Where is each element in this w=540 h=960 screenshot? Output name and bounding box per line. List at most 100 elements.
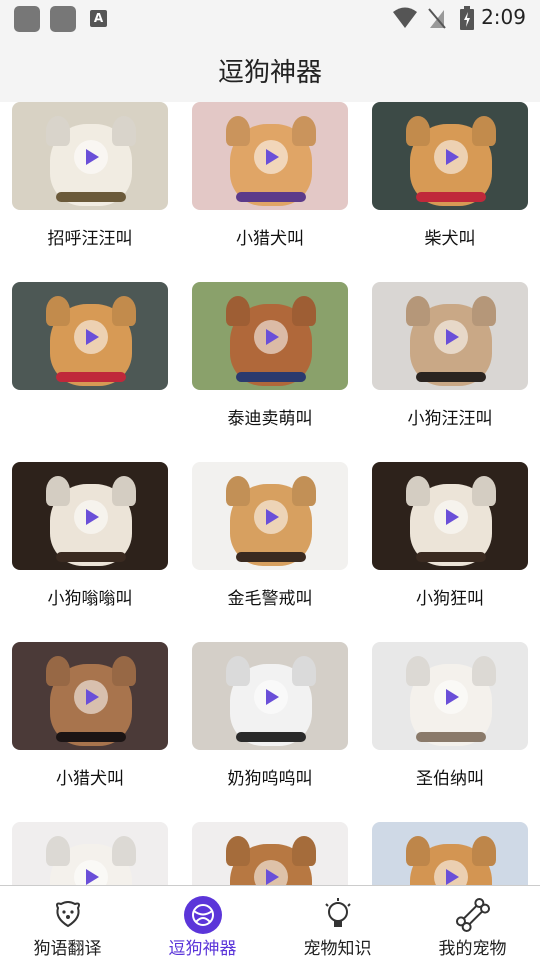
dog-collar (236, 732, 306, 742)
dog-thumbnail[interactable] (372, 102, 528, 210)
dog-thumbnail[interactable] (372, 282, 528, 390)
card-label: 小狗狂叫 (416, 589, 484, 609)
dog-ear (226, 836, 250, 866)
dog-collar (56, 372, 126, 382)
dog-thumbnail[interactable] (12, 282, 168, 390)
play-icon[interactable] (74, 140, 108, 174)
dog-thumbnail[interactable] (192, 642, 348, 750)
dog-ear (406, 476, 430, 506)
dog-ear (46, 296, 70, 326)
dog-ear (226, 296, 250, 326)
dog-ear (406, 836, 430, 866)
dog-ear (472, 836, 496, 866)
dog-ear (226, 476, 250, 506)
sound-card[interactable]: 柴犬叫 (372, 102, 528, 249)
sound-card[interactable] (192, 822, 348, 885)
sound-card[interactable]: 金毛警戒叫 (192, 462, 348, 609)
dog-collar (416, 552, 486, 562)
dog-ear (112, 836, 136, 866)
nav-my-pets[interactable]: 我的宠物 (405, 886, 540, 960)
sound-card[interactable] (12, 282, 168, 426)
sound-card[interactable]: 奶狗呜呜叫 (192, 642, 348, 789)
sound-card[interactable]: 小狗汪汪叫 (372, 282, 528, 429)
card-label: 小狗嗡嗡叫 (47, 589, 133, 609)
dog-ear (406, 116, 430, 146)
dog-face-icon (49, 896, 87, 934)
nav-label: 宠物知识 (303, 939, 372, 959)
sound-card[interactable]: 小猎犬叫 (192, 102, 348, 249)
nav-label: 逗狗神器 (168, 939, 237, 959)
play-icon[interactable] (74, 680, 108, 714)
sound-card[interactable]: 小狗狂叫 (372, 462, 528, 609)
sound-card[interactable] (372, 822, 528, 885)
dog-collar (236, 552, 306, 562)
dog-collar (416, 372, 486, 382)
card-label: 招呼汪汪叫 (47, 229, 133, 249)
clock: 2:09 (481, 5, 526, 29)
play-icon[interactable] (434, 140, 468, 174)
dog-collar (416, 732, 486, 742)
dog-ear (46, 116, 70, 146)
sound-card[interactable] (12, 822, 168, 885)
dog-thumbnail[interactable] (12, 102, 168, 210)
dog-thumbnail[interactable] (192, 822, 348, 885)
dog-thumbnail[interactable] (12, 462, 168, 570)
bottom-nav: 狗语翻译 逗狗神器 宠物知识 我的宠物 (0, 885, 540, 960)
sound-card[interactable]: 圣伯纳叫 (372, 642, 528, 789)
play-icon[interactable] (74, 320, 108, 354)
dog-thumbnail[interactable] (372, 822, 528, 885)
dog-ear (406, 296, 430, 326)
card-label: 小猎犬叫 (56, 769, 124, 789)
dog-thumbnail[interactable] (372, 462, 528, 570)
dog-ear (292, 656, 316, 686)
card-label (12, 404, 168, 426)
app-header: 逗狗神器 (0, 36, 540, 102)
notification-icon (14, 6, 40, 32)
nav-label: 狗语翻译 (33, 939, 102, 959)
ball-icon (183, 896, 222, 934)
notification-icon (50, 6, 76, 32)
dog-thumbnail[interactable] (192, 282, 348, 390)
sound-card[interactable]: 泰迪卖萌叫 (192, 282, 348, 429)
dog-ear (472, 116, 496, 146)
dog-ear (472, 656, 496, 686)
card-label: 圣伯纳叫 (416, 769, 484, 789)
play-icon[interactable] (254, 140, 288, 174)
play-icon[interactable] (254, 500, 288, 534)
dog-collar (56, 552, 126, 562)
dog-ear (112, 476, 136, 506)
dog-ear (406, 656, 430, 686)
nav-label: 我的宠物 (438, 939, 507, 959)
sound-card[interactable]: 小猎犬叫 (12, 642, 168, 789)
dog-ear (46, 476, 70, 506)
dog-thumbnail[interactable] (12, 822, 168, 885)
nav-translate[interactable]: 狗语翻译 (0, 886, 135, 960)
sound-card[interactable]: 小狗嗡嗡叫 (12, 462, 168, 609)
bone-icon (454, 896, 492, 934)
dog-thumbnail[interactable] (372, 642, 528, 750)
play-icon[interactable] (254, 320, 288, 354)
play-icon[interactable] (254, 680, 288, 714)
nav-play[interactable]: 逗狗神器 (135, 886, 270, 960)
dog-thumbnail[interactable] (192, 102, 348, 210)
sound-grid[interactable]: 招呼汪汪叫 小猎犬叫 柴犬叫 泰迪卖萌叫 小狗汪汪叫 小狗嗡嗡叫 金毛警戒叫 小狗狂叫 小猎犬叫… (0, 102, 540, 885)
dog-ear (292, 836, 316, 866)
dog-collar (416, 192, 486, 202)
play-icon[interactable] (434, 500, 468, 534)
battery-icon (460, 6, 474, 30)
card-label: 奶狗呜呜叫 (227, 769, 313, 789)
dog-thumbnail[interactable] (192, 462, 348, 570)
nav-knowledge[interactable]: 宠物知识 (270, 886, 405, 960)
no-signal-icon (428, 8, 446, 29)
dog-thumbnail[interactable] (12, 642, 168, 750)
play-icon[interactable] (434, 680, 468, 714)
dog-ear (472, 476, 496, 506)
dog-ear (46, 656, 70, 686)
sound-card[interactable]: 招呼汪汪叫 (12, 102, 168, 249)
lightbulb-icon (319, 896, 357, 934)
dog-ear (112, 116, 136, 146)
wifi-icon (393, 7, 417, 28)
play-icon[interactable] (434, 320, 468, 354)
play-icon[interactable] (74, 500, 108, 534)
dog-ear (112, 656, 136, 686)
